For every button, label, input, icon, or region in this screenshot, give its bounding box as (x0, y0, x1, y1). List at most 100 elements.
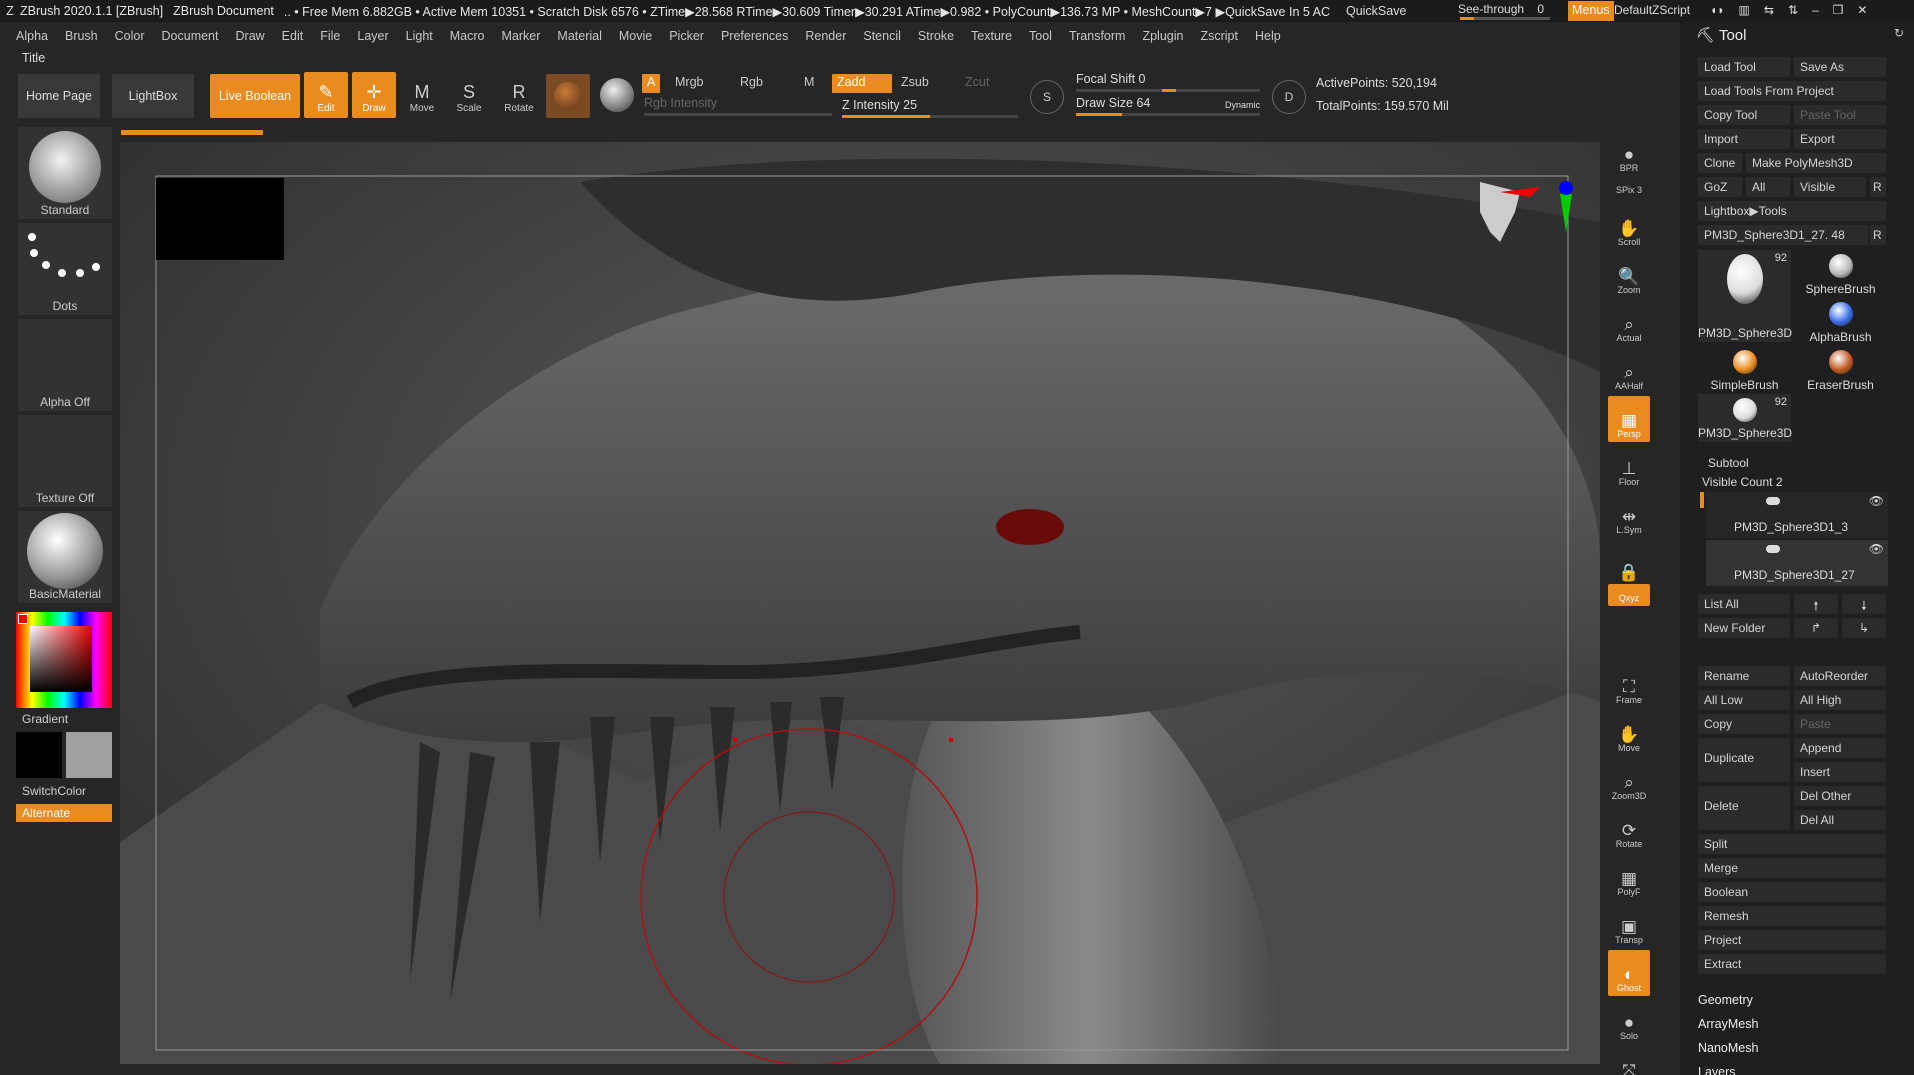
menu-file[interactable]: File (320, 29, 340, 43)
visibility-eye-icon[interactable]: 👁 (1869, 494, 1884, 508)
menu-layer[interactable]: Layer (357, 29, 388, 43)
menu-stroke[interactable]: Stroke (918, 29, 954, 43)
spix-slider[interactable]: SPix 3 (1608, 176, 1650, 198)
goz-visible-button[interactable]: Visible (1794, 177, 1866, 197)
save-as-button[interactable]: Save As (1794, 57, 1886, 77)
menu-alpha[interactable]: Alpha (16, 29, 48, 43)
tool-thumb-spherebrush[interactable]: SphereBrush (1794, 250, 1887, 298)
canvas-viewport[interactable] (120, 142, 1600, 1064)
brush-selector[interactable]: Standard (18, 127, 112, 219)
menus-toggle[interactable]: Menus (1568, 1, 1614, 21)
copy-tool-button[interactable]: Copy Tool (1698, 105, 1790, 125)
subtool-header[interactable]: Subtool (1708, 456, 1749, 470)
rotate-view-button[interactable]: ⟳ Rotate (1608, 806, 1650, 852)
delete-button[interactable]: Delete (1698, 786, 1790, 830)
see-through-slider[interactable]: See-through 0 (1458, 2, 1552, 20)
menu-marker[interactable]: Marker (502, 29, 541, 43)
insert-button[interactable]: Insert (1794, 762, 1886, 782)
main-color-swatch[interactable] (16, 732, 62, 778)
menu-material[interactable]: Material (557, 29, 601, 43)
alpha-selector[interactable]: Alpha Off (18, 319, 112, 411)
lazymouse-s-icon[interactable]: S (1030, 80, 1064, 114)
menu-draw[interactable]: Draw (236, 29, 265, 43)
all-low-button[interactable]: All Low (1698, 690, 1790, 710)
draw-mode-button[interactable]: ✛ Draw (352, 72, 396, 118)
menu-document[interactable]: Document (162, 29, 219, 43)
extract-section[interactable]: Extract (1698, 954, 1886, 974)
rgb-intensity-slider[interactable]: Rgb Intensity (644, 96, 832, 116)
move-up-icon[interactable]: 🠕 (1794, 594, 1838, 614)
export-button[interactable]: Export (1794, 129, 1886, 149)
texture-selector[interactable]: Texture Off (18, 415, 112, 507)
zcut-toggle[interactable]: Zcut (960, 74, 994, 93)
del-all-button[interactable]: Del All (1794, 810, 1886, 830)
ui-icon[interactable]: ▥ (1739, 3, 1750, 17)
move-view-button[interactable]: ✋ Move (1608, 710, 1650, 756)
menu-texture[interactable]: Texture (971, 29, 1012, 43)
solo-button[interactable]: ● Solo (1608, 998, 1650, 1044)
layers-section[interactable]: Layers (1698, 1065, 1736, 1075)
shelf-icon[interactable]: ⇅ (1788, 3, 1798, 17)
persp-button[interactable]: ▦ Persp (1608, 396, 1650, 442)
color-square[interactable] (30, 626, 92, 692)
live-boolean-button[interactable]: Live Boolean (210, 74, 300, 118)
move-mode-button[interactable]: M Move (400, 72, 444, 118)
swap-icon[interactable]: ⇆ (1764, 3, 1774, 17)
menu-light[interactable]: Light (406, 29, 433, 43)
lightbox-button[interactable]: LightBox (112, 74, 194, 118)
draw-size-slider[interactable]: Draw Size 64 Dynamic (1076, 96, 1260, 116)
paste-subtool-button[interactable]: Paste (1794, 714, 1886, 734)
folder-down-icon[interactable]: ↳ (1842, 618, 1886, 638)
merge-section[interactable]: Merge (1698, 858, 1886, 878)
menu-edit[interactable]: Edit (282, 29, 304, 43)
subtool-row[interactable]: 👁 PM3D_Sphere3D1_27 (1706, 540, 1888, 586)
menu-zscript[interactable]: Zscript (1200, 29, 1238, 43)
geometry-section[interactable]: Geometry (1698, 993, 1753, 1007)
menu-brush[interactable]: Brush (65, 29, 98, 43)
zoom-button[interactable]: 🔍 Zoom (1608, 252, 1650, 298)
rotate-mode-button[interactable]: R Rotate (497, 72, 541, 118)
tool-thumb-eraserbrush[interactable]: EraserBrush (1794, 346, 1887, 394)
current-tool-slider[interactable]: PM3D_Sphere3D1_27. 48 (1698, 225, 1868, 245)
z-intensity-slider[interactable]: Z Intensity 25 (842, 98, 1018, 118)
split-section[interactable]: Split (1698, 834, 1886, 854)
menu-preferences[interactable]: Preferences (721, 29, 788, 43)
dynamic-size-toggle[interactable]: Dynamic (1225, 100, 1260, 110)
rgb-toggle[interactable]: Rgb (735, 74, 768, 93)
zadd-toggle[interactable]: Zadd (832, 74, 892, 93)
list-all-button[interactable]: List All (1698, 594, 1790, 614)
subtool-row[interactable]: 👁 PM3D_Sphere3D1_3 (1706, 492, 1888, 538)
material-selector[interactable]: BasicMaterial (18, 511, 112, 603)
minimize-icon[interactable]: – (1812, 3, 1819, 17)
secondary-color-swatch[interactable] (66, 732, 112, 778)
dragon-sculpt-render[interactable] (120, 142, 1600, 1064)
move-down-icon[interactable]: 🠗 (1842, 594, 1886, 614)
menu-render[interactable]: Render (805, 29, 846, 43)
remesh-section[interactable]: Remesh (1698, 906, 1886, 926)
autoreorder-button[interactable]: AutoReorder (1794, 666, 1886, 686)
tool-thumb-pm3d_sphere3d[interactable]: PM3D_Sphere3D 92 (1698, 250, 1792, 342)
menu-movie[interactable]: Movie (619, 29, 652, 43)
lazymouse-d-icon[interactable]: D (1272, 80, 1306, 114)
tool-thumb-simplebrush[interactable]: SimpleBrush (1698, 346, 1791, 394)
subtool-scrollbar[interactable] (1700, 492, 1704, 508)
subtool-toggle-icon[interactable] (1766, 545, 1780, 553)
tool-r-button[interactable]: R (1870, 225, 1886, 245)
lightbox-tools-button[interactable]: Lightbox▶Tools (1698, 201, 1886, 221)
menu-transform[interactable]: Transform (1069, 29, 1126, 43)
lsym-button[interactable]: ⇹ L.Sym (1608, 492, 1650, 538)
lock-button[interactable]: 🔒 (1608, 538, 1650, 584)
menu-help[interactable]: Help (1255, 29, 1281, 43)
scroll-button[interactable]: ✋ Scroll (1608, 204, 1650, 250)
frame-button[interactable]: ⛶ Frame (1608, 662, 1650, 708)
navigation-thumbnail[interactable] (156, 178, 284, 260)
aahalf-button[interactable]: ⌕ AAHalf (1608, 348, 1650, 394)
home-page-button[interactable]: Home Page (18, 74, 100, 118)
xpose-button[interactable]: ⤧Xpose (1608, 1046, 1650, 1075)
close-icon[interactable]: ✕ (1857, 3, 1867, 17)
stroke-selector[interactable]: Dots (18, 223, 112, 315)
alpha-sphere-icon[interactable] (600, 78, 634, 112)
default-zscript-button[interactable]: DefaultZScript (1614, 3, 1690, 17)
visibility-eye-icon[interactable]: 👁 (1869, 542, 1884, 556)
all-high-button[interactable]: All High (1794, 690, 1886, 710)
